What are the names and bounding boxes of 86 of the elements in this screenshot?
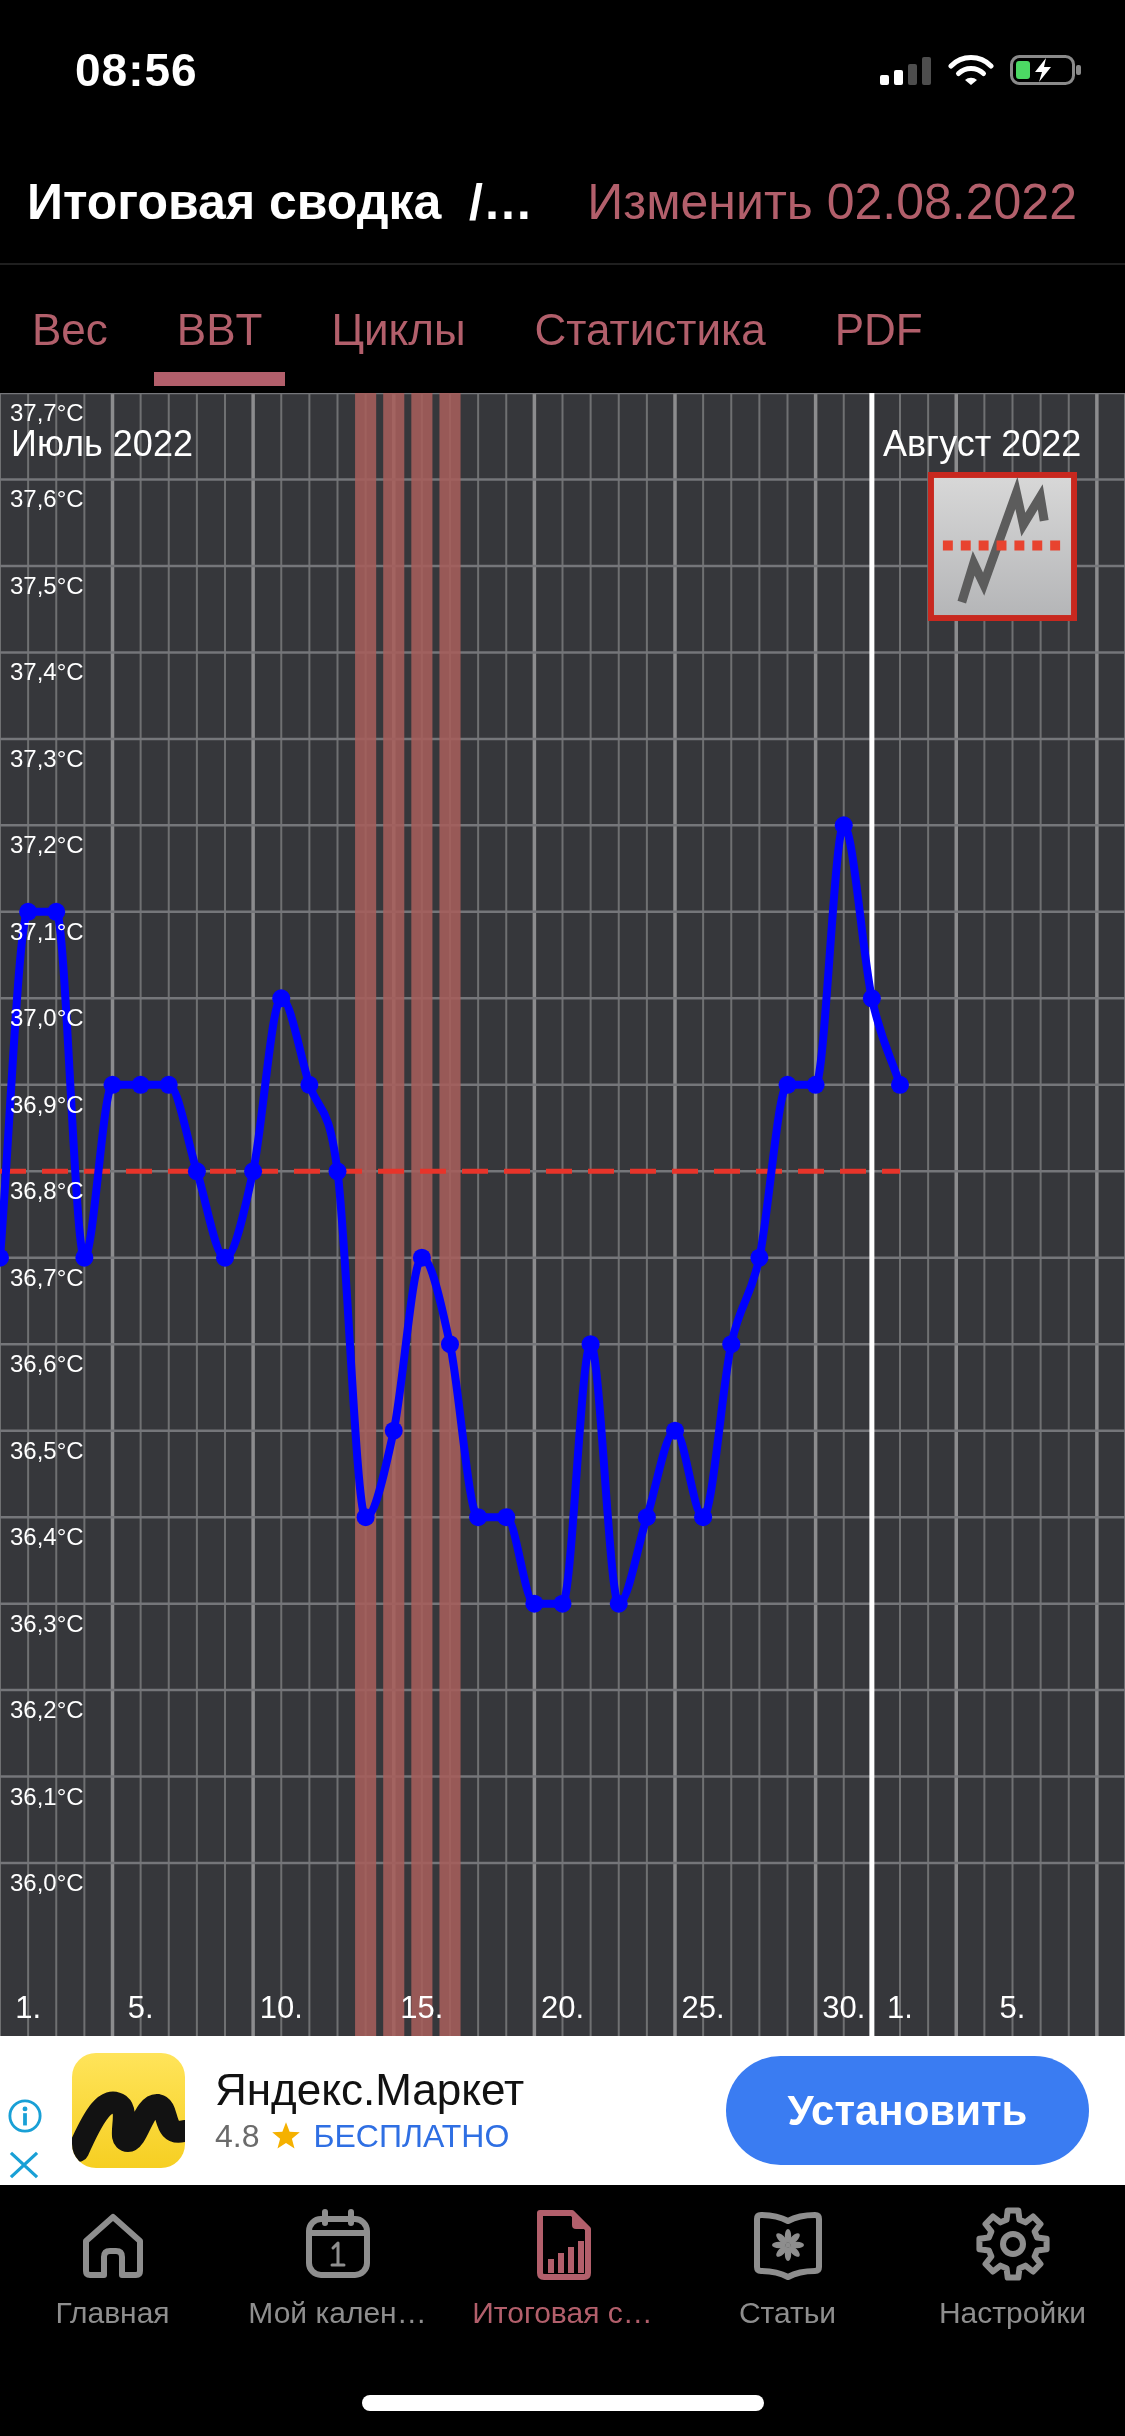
x-axis-label: 1. bbox=[887, 1990, 913, 2025]
month-label: Июль 2022 bbox=[11, 423, 193, 464]
y-axis-label: 37,7°C bbox=[10, 399, 84, 426]
data-point bbox=[328, 1162, 347, 1181]
y-axis-label: 36,6°C bbox=[10, 1350, 84, 1378]
y-axis-label: 36,7°C bbox=[10, 1263, 84, 1291]
data-point bbox=[187, 1162, 206, 1181]
data-point bbox=[356, 1508, 375, 1527]
data-point bbox=[103, 1075, 122, 1094]
data-point bbox=[497, 1508, 516, 1527]
data-point bbox=[0, 1248, 9, 1267]
y-axis-label: 36,0°C bbox=[10, 1869, 84, 1897]
data-point bbox=[581, 1335, 600, 1354]
status-time: 08:56 bbox=[75, 47, 198, 93]
data-point bbox=[47, 902, 66, 921]
data-point bbox=[469, 1508, 488, 1527]
data-point bbox=[553, 1594, 572, 1613]
app-price: БЕСПЛАТНО bbox=[313, 2116, 510, 2156]
settings-icon bbox=[973, 2205, 1052, 2283]
app-icon bbox=[72, 2053, 185, 2168]
screen-title: Итоговая сводка /… bbox=[27, 172, 533, 232]
edit-date-link[interactable]: Изменить 02.08.2022 bbox=[587, 171, 1077, 232]
tab-bar-label: Настройки bbox=[938, 2295, 1087, 2331]
data-point bbox=[525, 1594, 544, 1613]
tab[interactable]: Циклы bbox=[308, 305, 489, 386]
x-axis-label: 25. bbox=[681, 1990, 725, 2025]
x-axis-label: 5. bbox=[999, 1990, 1026, 2025]
data-point bbox=[778, 1075, 797, 1094]
data-point bbox=[722, 1335, 741, 1354]
month-label: Август 2022 bbox=[882, 423, 1082, 464]
y-axis-label: 36,1°C bbox=[10, 1782, 84, 1810]
data-point bbox=[891, 1075, 909, 1094]
x-axis-label: 1. bbox=[15, 1990, 42, 2025]
data-point bbox=[159, 1075, 178, 1094]
data-point bbox=[19, 902, 38, 921]
tab-bar-item[interactable]: Главная bbox=[0, 2185, 225, 2331]
wifi-icon bbox=[948, 54, 994, 86]
y-axis-label: 37,3°C bbox=[10, 744, 84, 772]
data-point bbox=[609, 1594, 628, 1613]
data-point bbox=[666, 1421, 684, 1440]
tab-bar-label: Мой кален… bbox=[248, 2295, 427, 2331]
y-axis-label: 36,5°C bbox=[10, 1436, 84, 1464]
data-point bbox=[862, 989, 881, 1008]
y-axis-label: 37,5°C bbox=[10, 571, 84, 599]
battery-charging-icon bbox=[1010, 55, 1082, 85]
data-point bbox=[412, 1248, 431, 1267]
x-axis-label: 5. bbox=[127, 1990, 154, 2025]
tab[interactable]: Статистика bbox=[511, 305, 789, 386]
tab-bar-item[interactable]: Настройки bbox=[900, 2185, 1125, 2331]
data-point bbox=[272, 989, 291, 1008]
data-point bbox=[750, 1248, 769, 1267]
data-point bbox=[806, 1075, 825, 1094]
data-point bbox=[834, 816, 853, 835]
data-point bbox=[441, 1335, 459, 1354]
y-axis-label: 37,2°C bbox=[10, 831, 84, 859]
y-axis-label: 36,4°C bbox=[10, 1523, 84, 1551]
y-axis-label: 37,4°C bbox=[10, 658, 84, 686]
data-point bbox=[244, 1162, 263, 1181]
data-point bbox=[216, 1248, 234, 1267]
signal-icon bbox=[880, 55, 932, 85]
app-rating: 4.8 bbox=[215, 2116, 260, 2156]
x-axis-label: 10. bbox=[259, 1990, 303, 2025]
y-axis-label: 36,2°C bbox=[10, 1696, 84, 1724]
close-icon[interactable] bbox=[8, 2151, 40, 2179]
tab[interactable]: Вес bbox=[9, 305, 131, 386]
y-axis-label: 36,3°C bbox=[10, 1609, 84, 1637]
data-point bbox=[75, 1248, 94, 1267]
tab-bar-item[interactable]: Статьи bbox=[675, 2185, 900, 2331]
tab[interactable]: PDF bbox=[811, 305, 946, 386]
tab-bar-item[interactable]: Итоговая с… bbox=[450, 2185, 675, 2331]
install-button[interactable]: Установить bbox=[726, 2056, 1089, 2165]
tab-bar-label: Итоговая с… bbox=[472, 2295, 653, 2331]
data-point bbox=[131, 1075, 150, 1094]
x-axis-label: 20. bbox=[540, 1990, 585, 2025]
info-icon[interactable] bbox=[8, 2099, 42, 2133]
line-chart-icon[interactable] bbox=[928, 472, 1077, 621]
y-axis-label: 37,6°C bbox=[10, 485, 84, 513]
tab-bar-label: Статьи bbox=[738, 2295, 837, 2331]
tab-bar-item[interactable]: Мой кален… bbox=[225, 2185, 450, 2331]
data-point bbox=[384, 1421, 403, 1440]
tab-bar-label: Главная bbox=[55, 2295, 170, 2331]
x-axis-label: 30. bbox=[822, 1990, 866, 2025]
data-point bbox=[637, 1508, 656, 1527]
data-point bbox=[300, 1075, 319, 1094]
ad-app-name: Яндекс.Маркет bbox=[215, 2064, 525, 2115]
data-point bbox=[694, 1508, 713, 1527]
